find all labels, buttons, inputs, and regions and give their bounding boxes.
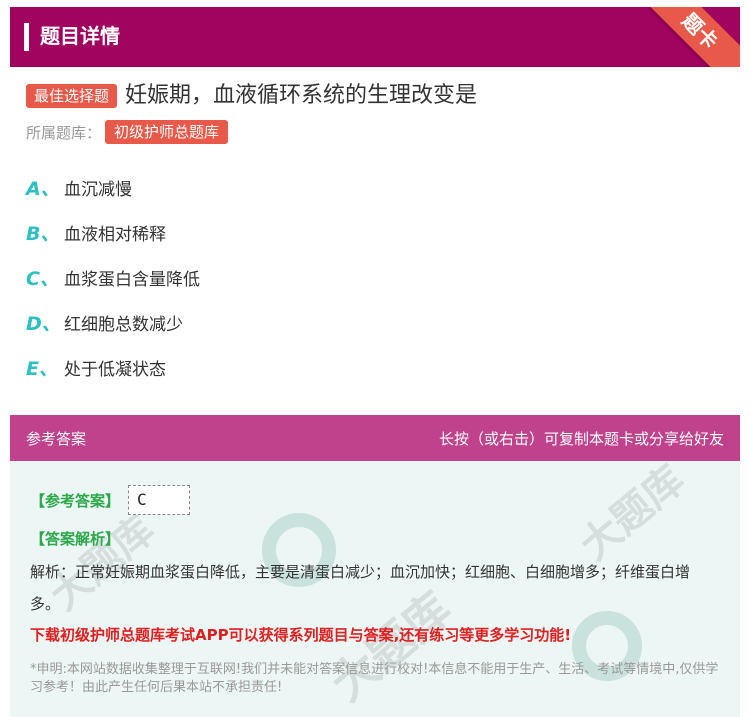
bank-label: 所属题库： <box>26 123 102 142</box>
option-letter: D、 <box>26 312 61 335</box>
analysis-label: 【答案解析】 <box>30 530 121 548</box>
option-letter: C、 <box>26 267 59 290</box>
page-header: 题目详情 题卡 <box>10 7 740 67</box>
option-letter: B、 <box>26 222 60 245</box>
option-letter: A、 <box>26 177 60 200</box>
question-type-tag: 最佳选择题 <box>26 84 118 108</box>
option-a[interactable]: A、 血沉减慢 <box>26 172 132 202</box>
option-e[interactable]: E、 处于低凝状态 <box>26 352 166 382</box>
reference-answer-label: 【参考答案】 <box>30 491 121 510</box>
question-card-ribbon: 题卡 <box>637 7 740 67</box>
option-text: 血浆蛋白含量降低 <box>64 269 200 290</box>
question-row: 最佳选择题 妊娠期，血液循环系统的生理改变是 <box>26 81 477 111</box>
reference-answer-value: C <box>128 485 191 515</box>
page-title: 题目详情 <box>40 24 120 48</box>
download-app-link[interactable]: 下载初级护师总题库考试APP可以获得系列题目与答案,还有练习等更多学习功能! <box>30 624 571 645</box>
question-card: 最佳选择题 妊娠期，血液循环系统的生理改变是 所属题库： 初级护师总题库 A、 … <box>10 67 740 397</box>
watermark-text: 大题库 <box>571 461 694 570</box>
answer-section-body: 大题库 大题库 大题库 【参考答案】 C 【答案解析】 解析：正常妊娠期血浆蛋白… <box>10 461 740 717</box>
question-bank-row: 所属题库： 初级护师总题库 <box>26 120 229 144</box>
bank-tag-link[interactable]: 初级护师总题库 <box>105 120 229 144</box>
option-text: 处于低凝状态 <box>64 359 166 380</box>
analysis-text: 解析：正常妊娠期血浆蛋白降低，主要是清蛋白减少；血沉加快；红细胞、白细胞增多；纤… <box>30 563 691 613</box>
answer-section-title: 参考答案 <box>26 430 87 448</box>
question-text: 妊娠期，血液循环系统的生理改变是 <box>125 83 478 108</box>
option-text: 血液相对稀释 <box>64 224 166 245</box>
reference-answer-row: 【参考答案】 C <box>30 485 191 515</box>
answer-section-header: 参考答案 长按（或右击）可复制本题卡或分享给好友 <box>10 415 740 461</box>
option-d[interactable]: D、 红细胞总数减少 <box>26 307 183 337</box>
option-text: 红细胞总数减少 <box>64 314 183 335</box>
header-accent-bar <box>24 23 29 51</box>
disclaimer-text: *申明:本网站数据收集整理于互联网!我们并未能对答案信息进行校对!本信息不能用于… <box>30 662 719 695</box>
option-letter: E、 <box>26 357 58 380</box>
option-c[interactable]: C、 血浆蛋白含量降低 <box>26 262 200 292</box>
share-hint: 长按（或右击）可复制本题卡或分享给好友 <box>438 430 724 448</box>
option-text: 血沉减慢 <box>64 179 132 200</box>
option-b[interactable]: B、 血液相对稀释 <box>26 217 166 247</box>
